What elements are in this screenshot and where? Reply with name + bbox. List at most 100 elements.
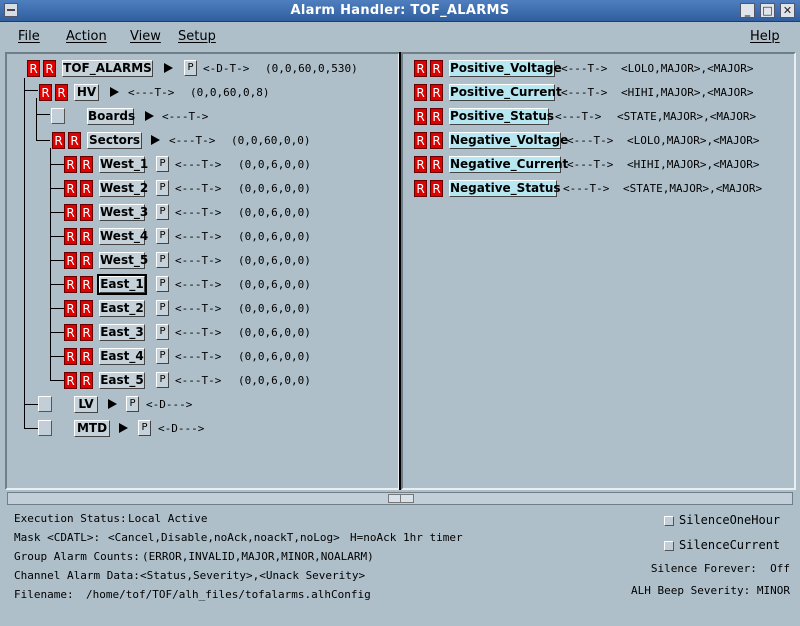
item-process-button[interactable]: P [156, 276, 169, 292]
item-process-button[interactable]: P [156, 252, 169, 268]
tree-line [50, 236, 64, 237]
item-ack-button[interactable]: R [64, 252, 77, 269]
channel-name-button[interactable]: Positive_Status [449, 108, 554, 125]
sectors-group-button[interactable]: Sectors [87, 132, 142, 149]
item-group-button[interactable]: West_4 [99, 228, 148, 245]
item-process-button[interactable]: P [156, 180, 169, 196]
channel-ack-button[interactable]: R [414, 180, 427, 197]
channel-name-button[interactable]: Positive_Current [449, 84, 562, 101]
root-ack-transient-button[interactable]: R [43, 60, 56, 77]
item-group-button[interactable]: East_5 [99, 372, 145, 389]
item-ack-transient-button[interactable]: R [80, 252, 93, 269]
root-mask: <-D-T-> [203, 62, 250, 75]
group-tree-pane[interactable]: R R TOF_ALARMS P <-D-T-> (0,0,60,0,530) … [5, 52, 400, 490]
horizontal-scrollbar[interactable] [7, 492, 793, 505]
root-group-button[interactable]: TOF_ALARMS [62, 60, 153, 77]
channel-ack-button[interactable]: R [414, 84, 427, 101]
menu-file[interactable]: File [18, 29, 40, 44]
channel-ack-button[interactable]: R [414, 132, 427, 149]
item-group-button[interactable]: East_2 [99, 300, 145, 317]
item-process-button[interactable]: P [156, 372, 169, 388]
item-ack-transient-button[interactable]: R [80, 276, 93, 293]
item-ack-button[interactable]: R [64, 276, 77, 293]
item-group-button[interactable]: East_1 [97, 274, 147, 295]
channel-ack-transient-button[interactable]: R [430, 132, 443, 149]
item-group-button[interactable]: East_4 [99, 348, 145, 365]
item-process-button[interactable]: P [156, 324, 169, 340]
mtd-group-button[interactable]: MTD [74, 420, 110, 437]
item-ack-transient-button[interactable]: R [80, 180, 93, 197]
item-ack-button[interactable]: R [64, 372, 77, 389]
item-ack-button[interactable]: R [64, 156, 77, 173]
item-ack-transient-button[interactable]: R [80, 372, 93, 389]
item-group-button[interactable]: West_3 [99, 204, 148, 221]
expand-arrow-icon[interactable] [119, 423, 128, 433]
item-ack-button[interactable]: R [64, 228, 77, 245]
sectors-ack-transient-button[interactable]: R [68, 132, 81, 149]
item-group-button[interactable]: East_3 [99, 324, 145, 341]
item-ack-transient-button[interactable]: R [80, 324, 93, 341]
channel-name-button[interactable]: Negative_Voltage [449, 132, 568, 149]
boards-group-button[interactable]: Boards [87, 108, 135, 125]
item-ack-transient-button[interactable]: R [80, 300, 93, 317]
silence-one-hour-checkbox[interactable] [664, 516, 674, 526]
root-process-button[interactable]: P [184, 60, 197, 76]
sectors-ack-button[interactable]: R [52, 132, 65, 149]
item-group-button[interactable]: West_1 [99, 156, 148, 173]
item-ack-button[interactable]: R [64, 204, 77, 221]
channel-pane[interactable]: R R Positive_Voltage <---T-> <LOLO,MAJOR… [401, 52, 796, 490]
mtd-process-button[interactable]: P [138, 420, 151, 436]
maximize-button[interactable]: □ [760, 3, 775, 18]
item-process-button[interactable]: P [156, 348, 169, 364]
lv-group-button[interactable]: LV [74, 396, 98, 413]
channel-ack-transient-button[interactable]: R [430, 84, 443, 101]
item-ack-button[interactable]: R [64, 324, 77, 341]
boards-status-square[interactable] [51, 108, 65, 124]
item-ack-button[interactable]: R [64, 348, 77, 365]
item-ack-transient-button[interactable]: R [80, 228, 93, 245]
hv-ack-button[interactable]: R [39, 84, 52, 101]
lv-status-square[interactable] [38, 396, 52, 412]
channel-name-button[interactable]: Positive_Voltage [449, 60, 562, 77]
item-ack-transient-button[interactable]: R [80, 156, 93, 173]
channel-name-button[interactable]: Negative_Current [449, 156, 568, 173]
channel-ack-transient-button[interactable]: R [430, 156, 443, 173]
root-ack-button[interactable]: R [27, 60, 40, 77]
item-process-button[interactable]: P [156, 228, 169, 244]
hv-ack-transient-button[interactable]: R [55, 84, 68, 101]
item-counts: (0,0,6,0,0) [238, 374, 311, 387]
scrollbar-thumb[interactable] [388, 494, 414, 503]
item-ack-button[interactable]: R [64, 300, 77, 317]
item-ack-transient-button[interactable]: R [80, 204, 93, 221]
channel-ack-button[interactable]: R [414, 108, 427, 125]
lv-process-button[interactable]: P [126, 396, 139, 412]
expand-arrow-icon[interactable] [151, 135, 160, 145]
close-button[interactable]: ✕ [780, 3, 795, 18]
channel-ack-transient-button[interactable]: R [430, 108, 443, 125]
item-ack-button[interactable]: R [64, 180, 77, 197]
channel-ack-transient-button[interactable]: R [430, 180, 443, 197]
item-ack-transient-button[interactable]: R [80, 348, 93, 365]
mtd-status-square[interactable] [38, 420, 52, 436]
item-group-button[interactable]: West_5 [99, 252, 148, 269]
silence-current-checkbox[interactable] [664, 541, 674, 551]
item-group-button[interactable]: West_2 [99, 180, 148, 197]
item-process-button[interactable]: P [156, 204, 169, 220]
menu-help[interactable]: Help [750, 29, 780, 44]
item-process-button[interactable]: P [156, 156, 169, 172]
menu-view[interactable]: View [130, 29, 161, 44]
channel-ack-transient-button[interactable]: R [430, 60, 443, 77]
menu-action[interactable]: Action [66, 29, 107, 44]
menu-setup[interactable]: Setup [178, 29, 216, 44]
expand-arrow-icon[interactable] [110, 87, 119, 97]
expand-arrow-icon[interactable] [164, 63, 173, 73]
expand-arrow-icon[interactable] [108, 399, 117, 409]
expand-arrow-icon[interactable] [145, 111, 154, 121]
hv-group-button[interactable]: HV [74, 84, 99, 101]
minimize-button[interactable]: _ [740, 3, 755, 18]
item-process-button[interactable]: P [156, 300, 169, 316]
window-title: Alarm Handler: TOF_ALARMS [290, 3, 510, 18]
channel-name-button[interactable]: Negative_Status [449, 180, 561, 197]
channel-ack-button[interactable]: R [414, 60, 427, 77]
channel-ack-button[interactable]: R [414, 156, 427, 173]
